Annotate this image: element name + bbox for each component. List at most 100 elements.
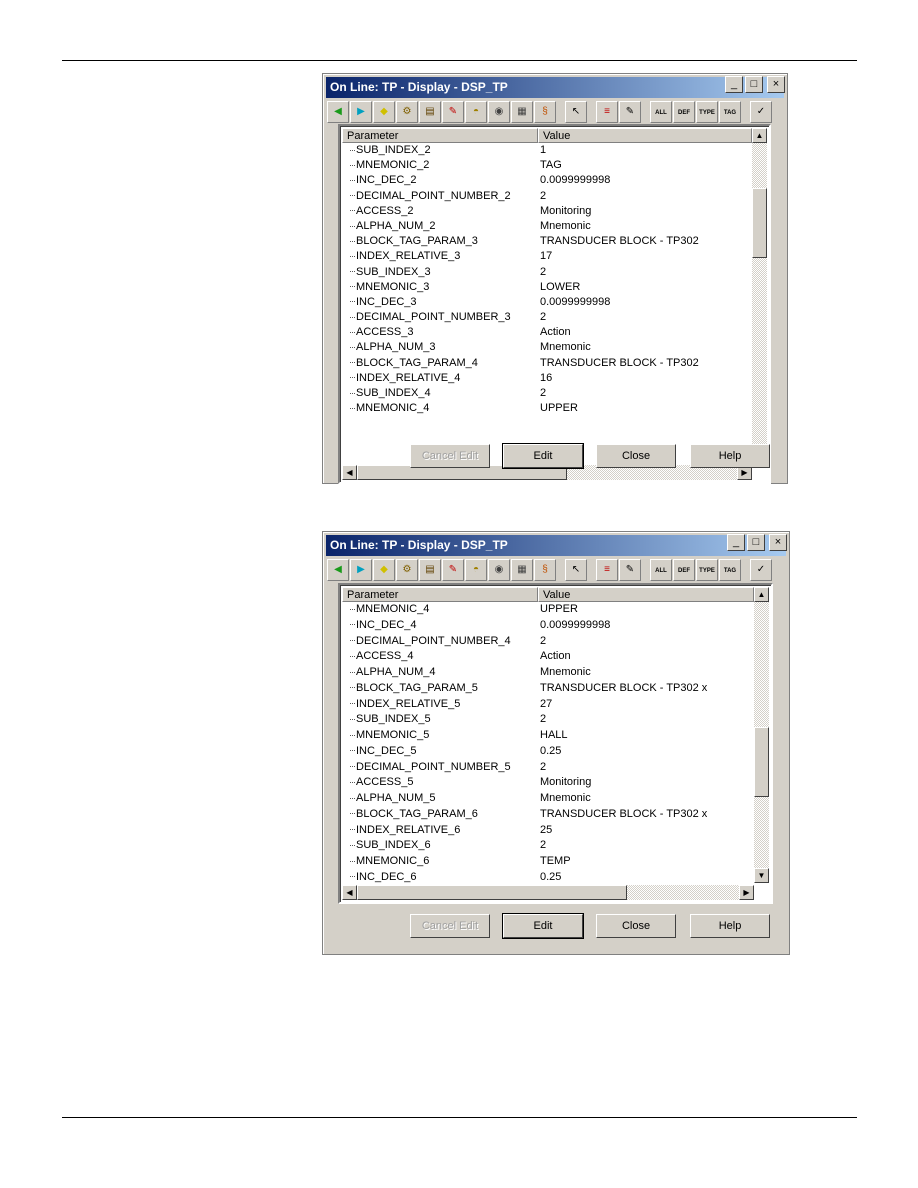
forward-arrow-button[interactable]: ▶ (350, 101, 372, 123)
hill-button[interactable]: ◓ (465, 101, 487, 123)
table-row[interactable]: DECIMAL_POINT_NUMBER_5 2 (342, 760, 754, 776)
hill-button[interactable]: ◓ (465, 559, 487, 581)
scroll-left-arrow-icon[interactable]: ◀ (342, 465, 357, 480)
column-header-parameter[interactable]: Parameter (342, 128, 538, 143)
edit-button[interactable]: Edit (502, 443, 584, 469)
parameter-value[interactable]: Monitoring (538, 775, 591, 791)
table-row[interactable]: DECIMAL_POINT_NUMBER_3 2 (342, 310, 752, 325)
back-arrow-button[interactable]: ◀ (327, 559, 349, 581)
scroll-up-arrow-icon[interactable]: ▲ (752, 128, 767, 143)
def-button[interactable]: DEF (673, 101, 695, 123)
gears-button[interactable]: ⚙ (396, 101, 418, 123)
maximize-button[interactable]: □ (745, 76, 763, 93)
satellite-button[interactable]: ◉ (488, 559, 510, 581)
table-row[interactable]: MNEMONIC_2 TAG (342, 158, 752, 173)
pen-button[interactable]: ✎ (619, 559, 641, 581)
scroll-down-arrow-icon[interactable]: ▼ (754, 868, 769, 883)
table-row[interactable]: INC_DEC_5 0.25 (342, 744, 754, 760)
table-row[interactable]: ALPHA_NUM_2 Mnemonic (342, 219, 752, 234)
parameter-value[interactable]: Action (538, 325, 571, 340)
maximize-button[interactable]: □ (747, 534, 765, 551)
table-row[interactable]: SUB_INDEX_6 2 (342, 838, 754, 854)
parameter-value[interactable]: TRANSDUCER BLOCK - TP302 (538, 356, 699, 371)
scroll-left-arrow-icon[interactable]: ◀ (342, 885, 357, 900)
type-button[interactable]: TYPE (696, 101, 718, 123)
table-row[interactable]: MNEMONIC_5 HALL (342, 728, 754, 744)
table-row[interactable]: BLOCK_TAG_PARAM_5 TRANSDUCER BLOCK - TP30… (342, 681, 754, 697)
parameter-value[interactable]: 2 (538, 310, 546, 325)
parameter-value[interactable]: 2 (538, 265, 546, 280)
check-button[interactable]: ✓ (750, 559, 772, 581)
column-header-value[interactable]: Value (538, 128, 752, 143)
wrench-button[interactable]: ✎ (442, 101, 464, 123)
table-row[interactable]: ALPHA_NUM_5 Mnemonic (342, 791, 754, 807)
parameter-value[interactable]: Mnemonic (538, 665, 591, 681)
list-arrow-button[interactable]: ≡ (596, 101, 618, 123)
scroll-button[interactable]: § (534, 559, 556, 581)
all-button[interactable]: ALL (650, 101, 672, 123)
check-button[interactable]: ✓ (750, 101, 772, 123)
close-window-button[interactable]: × (769, 534, 787, 551)
cursor-end-button[interactable]: ↖ (565, 559, 587, 581)
parameter-value[interactable]: 25 (538, 823, 552, 839)
table-row[interactable]: MNEMONIC_3 LOWER (342, 280, 752, 295)
table-row[interactable]: BLOCK_TAG_PARAM_6 TRANSDUCER BLOCK - TP30… (342, 807, 754, 823)
wrench-button[interactable]: ✎ (442, 559, 464, 581)
table-row[interactable]: INDEX_RELATIVE_6 25 (342, 823, 754, 839)
table-row[interactable]: BLOCK_TAG_PARAM_4 TRANSDUCER BLOCK - TP30… (342, 356, 752, 371)
table-row[interactable]: INDEX_RELATIVE_5 27 (342, 697, 754, 713)
table-row[interactable]: SUB_INDEX_5 2 (342, 712, 754, 728)
scroll-up-arrow-icon[interactable]: ▲ (754, 587, 769, 602)
column-header-value[interactable]: Value (538, 587, 754, 602)
table-row[interactable]: ALPHA_NUM_3 Mnemonic (342, 340, 752, 355)
parameter-value[interactable]: 0.0099999998 (538, 618, 610, 634)
parameter-value[interactable]: LOWER (538, 280, 580, 295)
help-button[interactable]: Help (690, 914, 770, 938)
parameter-value[interactable]: 17 (538, 249, 552, 264)
device-button[interactable]: ▦ (511, 101, 533, 123)
parameter-value[interactable]: 16 (538, 371, 552, 386)
table-row[interactable]: SUB_INDEX_4 2 (342, 386, 752, 401)
list-arrow-button[interactable]: ≡ (596, 559, 618, 581)
parameter-value[interactable]: UPPER (538, 602, 578, 618)
parameter-value[interactable]: UPPER (538, 401, 578, 416)
table-row[interactable]: DECIMAL_POINT_NUMBER_2 2 (342, 189, 752, 204)
table-row[interactable]: MNEMONIC_6 TEMP (342, 854, 754, 870)
type-button[interactable]: TYPE (696, 559, 718, 581)
parameter-value[interactable]: 2 (538, 634, 546, 650)
parameter-value[interactable]: TRANSDUCER BLOCK - TP302 (538, 234, 699, 249)
form-edit-button[interactable]: ▤ (419, 101, 441, 123)
parameter-value[interactable]: 2 (538, 760, 546, 776)
satellite-button[interactable]: ◉ (488, 101, 510, 123)
table-row[interactable]: ACCESS_4 Action (342, 649, 754, 665)
parameter-value[interactable]: Mnemonic (538, 791, 591, 807)
parameter-value[interactable]: TAG (538, 158, 562, 173)
diamond-button[interactable]: ◆ (373, 559, 395, 581)
table-row[interactable]: MNEMONIC_4 UPPER (342, 401, 752, 416)
gears-button[interactable]: ⚙ (396, 559, 418, 581)
diamond-button[interactable]: ◆ (373, 101, 395, 123)
table-row[interactable]: ACCESS_3 Action (342, 325, 752, 340)
table-row[interactable]: BLOCK_TAG_PARAM_3 TRANSDUCER BLOCK - TP30… (342, 234, 752, 249)
parameter-value[interactable]: 0.0099999998 (538, 295, 610, 310)
close-button[interactable]: Close (596, 914, 676, 938)
table-row[interactable]: INDEX_RELATIVE_3 17 (342, 249, 752, 264)
parameter-value[interactable]: HALL (538, 728, 568, 744)
table-row[interactable]: INDEX_RELATIVE_4 16 (342, 371, 752, 386)
parameter-value[interactable]: 0.25 (538, 870, 561, 886)
table-row[interactable]: INC_DEC_2 0.0099999998 (342, 173, 752, 188)
parameter-value[interactable]: 0.25 (538, 744, 561, 760)
table-row[interactable]: MNEMONIC_4 UPPER (342, 602, 754, 618)
parameter-value[interactable]: Mnemonic (538, 219, 591, 234)
parameter-value[interactable]: 1 (538, 143, 546, 158)
parameter-value[interactable]: 2 (538, 838, 546, 854)
table-row[interactable]: INC_DEC_3 0.0099999998 (342, 295, 752, 310)
scroll-right-arrow-icon[interactable]: ▶ (739, 885, 754, 900)
table-row[interactable]: INC_DEC_4 0.0099999998 (342, 618, 754, 634)
all-button[interactable]: ALL (650, 559, 672, 581)
parameter-value[interactable]: 27 (538, 697, 552, 713)
pen-button[interactable]: ✎ (619, 101, 641, 123)
parameter-value[interactable]: 2 (538, 386, 546, 401)
tag-button[interactable]: TAG (719, 559, 741, 581)
column-header-parameter[interactable]: Parameter (342, 587, 538, 602)
